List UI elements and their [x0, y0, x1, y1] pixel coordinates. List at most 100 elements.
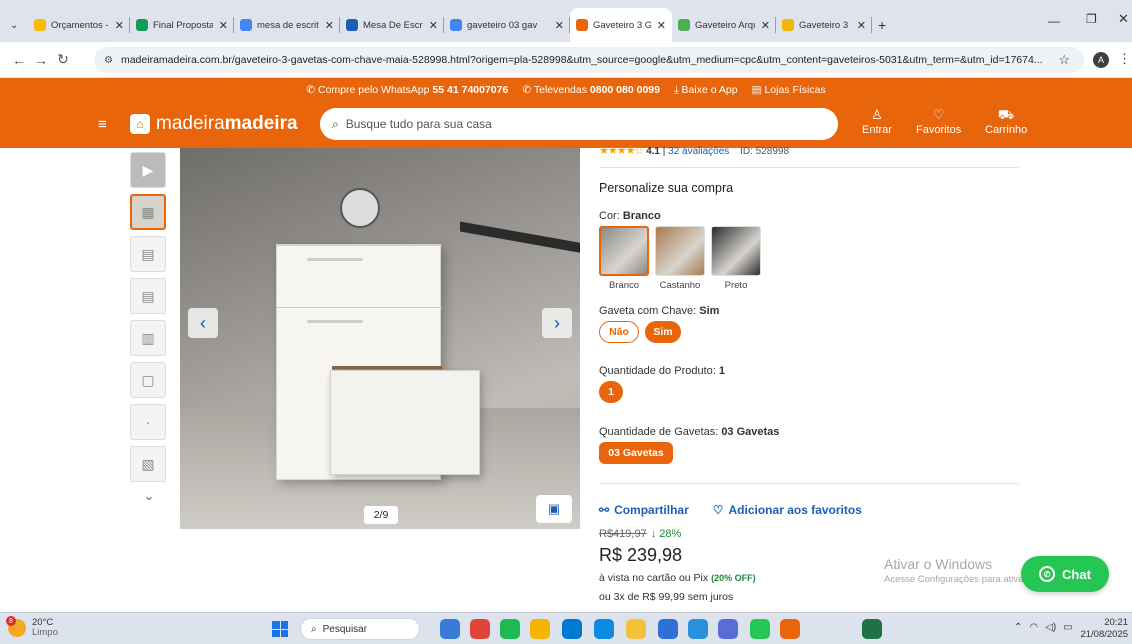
whatsapp-icon[interactable]	[750, 619, 770, 639]
login-button[interactable]: ♙ Entrar	[862, 108, 892, 136]
reviews-link[interactable]: 32 avaliações	[668, 146, 729, 157]
stores-link[interactable]: ▤ Lojas Físicas	[752, 84, 826, 97]
favorites-button[interactable]: ♡ Favoritos	[916, 108, 961, 136]
heart-icon: ♡	[932, 107, 945, 122]
thumbnail-image[interactable]: ▦	[130, 194, 166, 230]
share-button[interactable]: ⚯ Compartilhar	[599, 503, 689, 517]
product-photo-globe	[340, 188, 380, 228]
cabinet-thumb-icon: ▢	[141, 371, 155, 388]
edge-icon[interactable]	[594, 619, 614, 639]
taskbar-clock[interactable]: 20:21 21/08/2025	[1080, 617, 1128, 641]
app-download-link[interactable]: ⤓ Baixe o App	[674, 84, 738, 97]
thumbnail-image[interactable]: ▥	[130, 320, 166, 356]
close-tab-icon[interactable]: ✕	[115, 19, 124, 32]
browser-tab[interactable]: Final Proposta Té ✕	[130, 8, 234, 42]
add-favorite-button[interactable]: ♡ Adicionar aos favoritos	[713, 503, 862, 517]
key-label: Gaveta com Chave: Sim	[599, 305, 720, 317]
color-swatch[interactable]	[599, 226, 649, 276]
browser-tab[interactable]: Orçamentos - Go ✕	[28, 8, 130, 42]
store-icon[interactable]	[562, 619, 582, 639]
close-tab-icon[interactable]: ✕	[555, 19, 564, 32]
menu-hamburger-icon[interactable]: ≡	[98, 116, 107, 133]
close-tab-icon[interactable]: ✕	[857, 19, 866, 32]
profile-avatar[interactable]: A	[1093, 52, 1109, 68]
share-row: ⚯ Compartilhar ♡ Adicionar aos favoritos	[599, 503, 862, 517]
color-swatch[interactable]	[711, 226, 761, 276]
qty-option[interactable]: 1	[599, 381, 623, 403]
download-icon: ⤓	[673, 84, 682, 96]
thumbnail-video[interactable]: ▶	[130, 152, 166, 188]
start-button[interactable]	[272, 621, 288, 637]
thumbnail-image[interactable]: ▤	[130, 236, 166, 272]
close-tab-icon[interactable]: ✕	[657, 19, 666, 32]
tab-search-button[interactable]: ⌄	[6, 8, 28, 42]
product-photo-open-drawer	[330, 370, 480, 475]
reload-icon[interactable]: ↻	[52, 51, 74, 68]
close-tab-icon[interactable]: ✕	[761, 19, 770, 32]
cart-button[interactable]: ⛟ Carrinho	[985, 108, 1027, 136]
divider	[599, 483, 1019, 484]
back-icon[interactable]: ←	[8, 52, 30, 68]
photos-icon[interactable]	[688, 619, 708, 639]
browser-tab[interactable]: Gaveteiro 3 Gave ✕	[776, 8, 872, 42]
tab-title: Gaveteiro Arquiv	[695, 19, 755, 31]
browser-tab-strip: ⌄ Orçamentos - Go✕Final Proposta Té✕mesa…	[0, 0, 1132, 42]
weather-widget[interactable]: 8 20°C Limpo	[6, 616, 58, 638]
close-window-icon[interactable]: ✕	[1118, 11, 1129, 27]
site-info-icon[interactable]: ⚙	[104, 55, 113, 66]
forward-icon[interactable]: →	[30, 52, 52, 68]
gallery-next-button[interactable]: ›	[542, 308, 572, 338]
cabinet-thumb-icon: ▤	[141, 245, 155, 262]
minimize-icon[interactable]: —	[1048, 14, 1060, 28]
url-field[interactable]: ⚙ madeiramadeira.com.br/gaveteiro-3-gave…	[94, 47, 1084, 73]
site-logo[interactable]: ⌂ madeira madeira	[130, 113, 298, 135]
system-tray[interactable]: ⌃ ◠ ◁) ▭	[1014, 622, 1073, 633]
product-image-gallery[interactable]: ‹ ›	[180, 148, 580, 529]
restore-icon[interactable]: ❐	[1086, 12, 1097, 26]
close-tab-icon[interactable]: ✕	[219, 19, 228, 32]
spotify-icon[interactable]	[500, 619, 520, 639]
cart-icon: ⛟	[997, 107, 1015, 122]
thumbnail-image[interactable]: ·	[130, 404, 166, 440]
browser-tab[interactable]: Gaveteiro Arquiv ✕	[672, 8, 776, 42]
app-icon[interactable]	[718, 619, 738, 639]
browser-tab[interactable]: mesa de escritor ✕	[234, 8, 340, 42]
browser-tab[interactable]: Gaveteiro 3 Gave ✕	[570, 8, 672, 42]
taskbar-search[interactable]: ⌕ Pesquisar	[300, 618, 420, 640]
option-nao[interactable]: Não	[599, 321, 639, 343]
whatsapp-chat-button[interactable]: ✆ Chat	[1021, 556, 1109, 592]
close-tab-icon[interactable]: ✕	[325, 19, 334, 32]
thumbnail-image[interactable]: ▤	[130, 278, 166, 314]
folder-icon[interactable]	[626, 619, 646, 639]
browser-tab[interactable]: gaveteiro 03 gav ✕	[444, 8, 570, 42]
chevron-up-icon: ⌃	[1014, 622, 1023, 633]
option-sim[interactable]: Sim	[645, 321, 681, 343]
madeira-icon	[346, 19, 358, 31]
chevron-down-icon[interactable]: ⌄	[130, 488, 168, 504]
site-search-input[interactable]: ⌕ Busque tudo para sua casa	[320, 108, 838, 140]
calendar-icon[interactable]	[658, 619, 678, 639]
drawers-option[interactable]: 03 Gavetas	[599, 442, 673, 464]
whatsapp-link[interactable]: ✆ Compre pelo WhatsApp 55 41 74007076	[306, 84, 508, 97]
chrome-icon[interactable]	[470, 619, 490, 639]
gallery-prev-button[interactable]: ‹	[188, 308, 218, 338]
color-swatch-label: Branco	[608, 280, 640, 291]
chrome-icon[interactable]	[530, 619, 550, 639]
bookmark-star-icon[interactable]: ☆	[1058, 52, 1070, 68]
close-tab-icon[interactable]: ✕	[429, 19, 438, 32]
thumbnail-image[interactable]: ▢	[130, 362, 166, 398]
new-tab-button[interactable]: +	[872, 8, 892, 42]
chrome-icon[interactable]	[780, 619, 800, 639]
thumbnail-list: ▶ ▦ ▤ ▤ ▥ ▢ · ▧ ⌄	[130, 152, 168, 504]
browser-tab[interactable]: Mesa De Escritó ✕	[340, 8, 444, 42]
gallery-expand-button[interactable]: ▣	[536, 495, 572, 523]
televendas-link[interactable]: ✆ Televendas 0800 080 0099	[522, 84, 660, 97]
chevron-right-icon: ›	[554, 312, 560, 333]
cabinet-thumb-icon: ▥	[141, 329, 155, 346]
color-swatch[interactable]	[655, 226, 705, 276]
windows-taskbar: 8 20°C Limpo ⌕ Pesquisar ⌃ ◠ ◁) ▭ 20:21 21/08…	[0, 612, 1132, 644]
file-explorer-icon[interactable]	[440, 619, 460, 639]
thumbnail-image[interactable]: ▧	[130, 446, 166, 482]
excel-icon[interactable]	[862, 619, 882, 639]
browser-menu-icon[interactable]: ⋮	[1118, 51, 1131, 67]
